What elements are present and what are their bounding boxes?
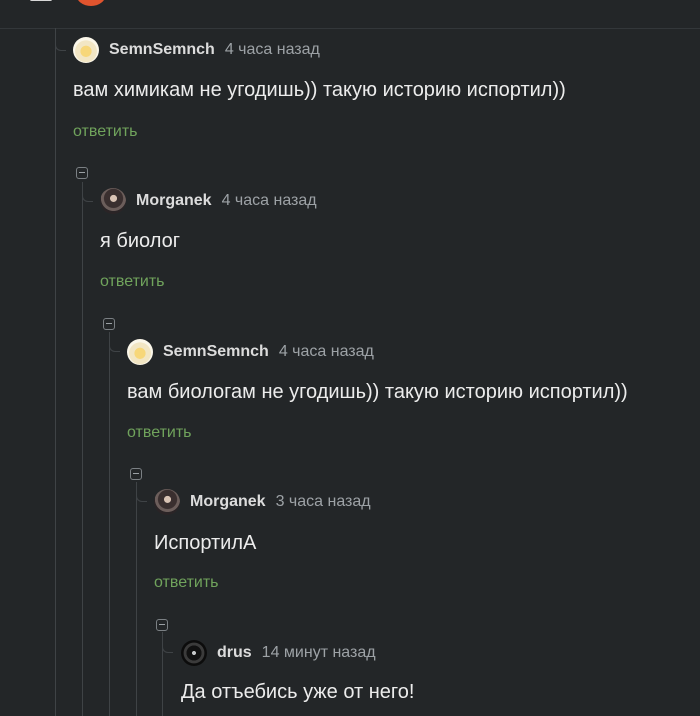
black-avatar-icon[interactable]	[181, 640, 207, 666]
comment-text: вам биологам не угодишь)) такую историю …	[127, 381, 628, 403]
dark-avatar-icon[interactable]	[154, 489, 180, 515]
comment-text: Да отъебись уже от него!	[181, 681, 415, 703]
comment-time: 14 минут назад	[261, 644, 376, 661]
reply-link[interactable]: ответить	[100, 273, 165, 291]
collapse-thread-button[interactable]	[76, 167, 88, 179]
menu-icon[interactable]	[30, 0, 52, 1]
comment-time: 3 часа назад	[275, 493, 371, 510]
comment-username[interactable]: Morganek	[190, 493, 266, 511]
thread-connector	[136, 489, 147, 502]
comment-username[interactable]: SemnSemnch	[163, 343, 269, 361]
comment-text: я биолог	[100, 230, 181, 252]
dark-avatar-icon[interactable]	[100, 188, 126, 214]
thread-connector	[162, 640, 173, 653]
top-bar	[0, 0, 700, 29]
thread-connector	[82, 189, 93, 202]
collapse-thread-button[interactable]	[103, 318, 115, 330]
reply-link[interactable]: ответить	[127, 424, 192, 442]
reply-link[interactable]: ответить	[154, 574, 219, 592]
comment-header: Morganek 4 часа назад	[100, 187, 317, 215]
comment-header: Morganek 3 часа назад	[154, 488, 371, 516]
comment-header: drus 14 минут назад	[181, 639, 376, 667]
comment-username[interactable]: Morganek	[136, 192, 212, 210]
comment-time: 4 часа назад	[278, 343, 374, 360]
comment-thread: SemnSemnch 4 часа назад вам химикам не у…	[0, 0, 700, 716]
reply-link[interactable]: ответить	[73, 123, 138, 141]
comment-text: ИспортилА	[154, 532, 257, 554]
thread-line	[109, 332, 110, 716]
thread-connector	[109, 339, 120, 352]
comment-text: вам химикам не угодишь)) такую историю и…	[73, 79, 566, 101]
profile-avatar-icon[interactable]	[76, 0, 106, 6]
comment-header: SemnSemnch 4 часа назад	[127, 338, 374, 366]
comment-username[interactable]: SemnSemnch	[109, 41, 215, 59]
yellow-avatar-icon[interactable]	[127, 339, 153, 365]
yellow-avatar-icon[interactable]	[73, 37, 99, 63]
thread-connector	[55, 38, 66, 51]
comment-username[interactable]: drus	[217, 644, 252, 662]
comment-time: 4 часа назад	[221, 192, 317, 209]
thread-line	[82, 182, 83, 716]
comment-time: 4 часа назад	[224, 41, 320, 58]
thread-line	[55, 28, 56, 716]
collapse-thread-button[interactable]	[156, 619, 168, 631]
collapse-thread-button[interactable]	[130, 468, 142, 480]
thread-line	[136, 482, 137, 716]
comment-header: SemnSemnch 4 часа назад	[73, 36, 320, 64]
